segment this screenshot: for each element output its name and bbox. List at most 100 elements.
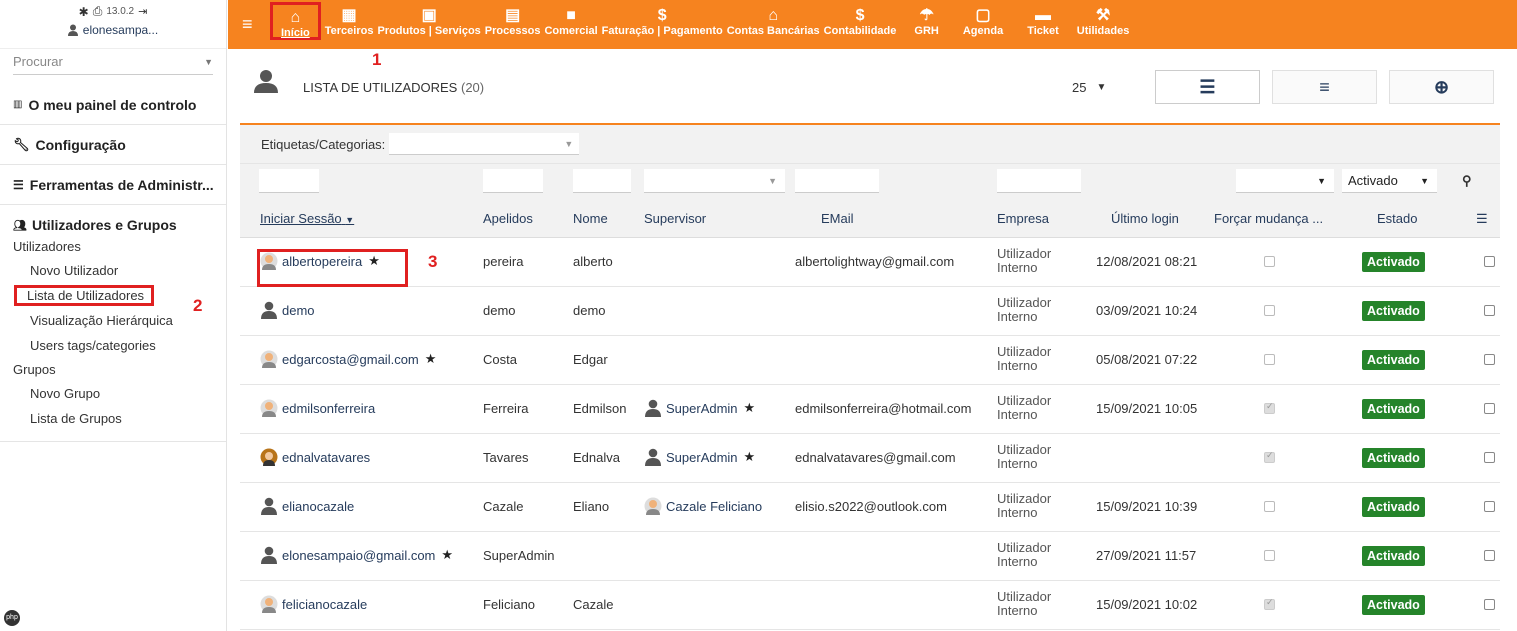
filter-status-select[interactable]: Activado ▼ <box>1342 169 1437 193</box>
menu-group-list[interactable]: Lista de Grupos <box>0 406 226 431</box>
nav-grh-label: GRH <box>914 25 939 37</box>
filter-email-input[interactable] <box>795 169 879 193</box>
menu-tags[interactable]: Users tags/categories <box>0 333 226 358</box>
add-user-button[interactable]: ⊕ <box>1389 70 1494 104</box>
table-body: albertopereira ★ pereira alberto albertoligh… <box>240 238 1500 630</box>
col-status[interactable]: Estado <box>1377 211 1417 226</box>
nav-produtos[interactable]: ▣ Produtos | Serviços <box>377 0 480 37</box>
menu-dashboard-label: O meu painel de controlo <box>28 96 197 113</box>
filter-firstname-input[interactable] <box>573 169 631 193</box>
row-select-checkbox[interactable] <box>1484 550 1495 561</box>
col-company[interactable]: Empresa <box>997 211 1049 226</box>
user-company-line2: Interno <box>997 407 1038 422</box>
nav-inicio[interactable]: ⌂ Início <box>270 2 321 40</box>
user-login-link[interactable]: edgarcosta@gmail.com ★ <box>260 350 436 368</box>
username-link[interactable]: elonesampa... <box>83 23 158 37</box>
nav-inicio-label: Início <box>281 27 310 39</box>
bug-icon[interactable]: ✱ <box>79 5 89 19</box>
list-view-button[interactable]: ☰ <box>1155 70 1260 104</box>
menu-new-group[interactable]: Novo Grupo <box>0 381 226 406</box>
logout-icon[interactable]: ⇥ <box>138 5 147 18</box>
hamburger-menu-icon[interactable]: ≡ <box>242 14 270 35</box>
filter-force-select[interactable]: ▼ <box>1236 169 1334 193</box>
page-limit-select[interactable]: 25 ▼ <box>1069 73 1139 101</box>
menu-config[interactable]: 🔧︎ Configuração <box>0 125 226 165</box>
star-icon: ★ <box>441 547 454 562</box>
nav-utilidades[interactable]: ⚒ Utilidades <box>1077 0 1130 37</box>
nav-utilidades-label: Utilidades <box>1076 25 1130 37</box>
user-company-line2: Interno <box>997 456 1038 471</box>
user-login-link[interactable]: ednalvatavares <box>260 448 370 466</box>
printer-icon[interactable]: ⎙ <box>93 4 103 19</box>
avatar <box>261 546 277 564</box>
menu-users[interactable]: Utilizadores <box>0 235 226 258</box>
menu-users-groups[interactable]: 👥︎ Utilizadores e Grupos <box>0 215 226 235</box>
row-select-checkbox[interactable] <box>1484 256 1495 267</box>
menu-new-user[interactable]: Novo Utilizador <box>0 258 226 283</box>
category-select[interactable]: ▼ <box>389 133 580 155</box>
menu-groups[interactable]: Grupos <box>0 358 226 381</box>
filter-status-value: Activado <box>1348 173 1398 188</box>
user-login-link[interactable]: elonesampaio@gmail.com ★ <box>260 546 453 564</box>
nav-terceiros[interactable]: ▦ Terceiros <box>325 0 374 37</box>
supervisor-link[interactable]: SuperAdmin ★ <box>644 448 755 466</box>
search-icon[interactable]: ⚲ <box>1462 173 1472 189</box>
nav-contas-bancarias[interactable]: ⌂ Contas Bancárias <box>727 0 820 37</box>
nav-comercial[interactable]: ■ Comercial <box>544 0 597 37</box>
user-firstname: Cazale <box>573 597 614 612</box>
nav-ticket-label: Ticket <box>1027 25 1059 37</box>
table-header: Iniciar Sessão ▼ Apelidos Nome Superviso… <box>240 202 1500 238</box>
filter-row: ▼ ▼ Activado ▼ ⚲ <box>240 164 1500 202</box>
nav-agenda[interactable]: ▢ Agenda <box>963 0 1003 37</box>
filter-supervisor-select[interactable]: ▼ <box>644 169 785 193</box>
nav-contabilidade[interactable]: $ Contabilidade <box>824 0 897 37</box>
page-title: LISTA DE UTILIZADORES (20) <box>303 80 484 95</box>
users-groups-section: 👥︎ Utilizadores e Grupos Utilizadores No… <box>0 205 226 442</box>
col-lastlogin[interactable]: Último login <box>1111 211 1179 226</box>
filter-login-input[interactable] <box>259 169 319 193</box>
row-select-checkbox[interactable] <box>1484 599 1495 610</box>
table-row: ednalvatavares Tavares Ednalva SuperAdmin ★ e… <box>240 434 1500 483</box>
col-login[interactable]: Iniciar Sessão ▼ <box>260 211 354 226</box>
user-lastname: Ferreira <box>483 401 529 416</box>
user-company-line1: Utilizador <box>997 393 1052 408</box>
supervisor-link[interactable]: SuperAdmin ★ <box>644 399 755 417</box>
col-firstname[interactable]: Nome <box>573 211 608 226</box>
nav-grh[interactable]: ☂ GRH <box>914 0 938 37</box>
status-badge: Activado <box>1362 399 1425 419</box>
nav-processos[interactable]: ▤ Processos <box>485 0 541 37</box>
menu-admin-tools[interactable]: ☰ Ferramentas de Administr... <box>0 165 226 205</box>
page-title-text: LISTA DE UTILIZADORES <box>303 80 458 95</box>
filter-lastname-input[interactable] <box>483 169 543 193</box>
row-select-checkbox[interactable] <box>1484 354 1495 365</box>
list-settings-icon[interactable]: ☰ <box>1476 211 1488 227</box>
sidebar-search[interactable]: Procurar ▼ <box>13 49 213 75</box>
row-select-checkbox[interactable] <box>1484 452 1495 463</box>
user-login-link[interactable]: edmilsonferreira <box>260 399 375 417</box>
user-lastlogin: 05/08/2021 07:22 <box>1096 352 1198 367</box>
table-row: edgarcosta@gmail.com ★ Costa Edgar Utilizado… <box>240 336 1500 385</box>
filter-company-input[interactable] <box>997 169 1081 193</box>
user-lastlogin: 03/09/2021 10:24 <box>1096 303 1198 318</box>
avatar <box>260 399 278 417</box>
status-badge: Activado <box>1362 448 1425 468</box>
row-select-checkbox[interactable] <box>1484 501 1495 512</box>
nav-ticket[interactable]: ▬ Ticket <box>1027 0 1059 37</box>
hierarchy-view-button[interactable]: ≡ <box>1272 70 1377 104</box>
col-supervisor[interactable]: Supervisor <box>644 211 706 226</box>
user-login-link[interactable]: elianocazale <box>260 497 354 515</box>
user-login-link[interactable]: felicianocazale <box>260 595 367 613</box>
col-lastname[interactable]: Apelidos <box>483 211 533 226</box>
nav-contas-bancarias-label: Contas Bancárias <box>726 25 820 37</box>
supervisor-link[interactable]: Cazale Feliciano <box>644 497 762 515</box>
nav-faturacao[interactable]: $ Faturação | Pagamento <box>602 0 723 37</box>
user-login-link[interactable]: demo <box>260 301 315 319</box>
col-forcechange[interactable]: Forçar mudança ... <box>1214 211 1323 226</box>
menu-dashboard[interactable]: ▥ O meu painel de controlo <box>0 85 226 125</box>
chevron-down-icon: ▼ <box>1420 175 1429 186</box>
row-select-checkbox[interactable] <box>1484 305 1495 316</box>
user-company-line2: Interno <box>997 505 1038 520</box>
wrench-icon: ⚒ <box>1095 7 1111 24</box>
col-email[interactable]: EMail <box>821 211 854 226</box>
row-select-checkbox[interactable] <box>1484 403 1495 414</box>
